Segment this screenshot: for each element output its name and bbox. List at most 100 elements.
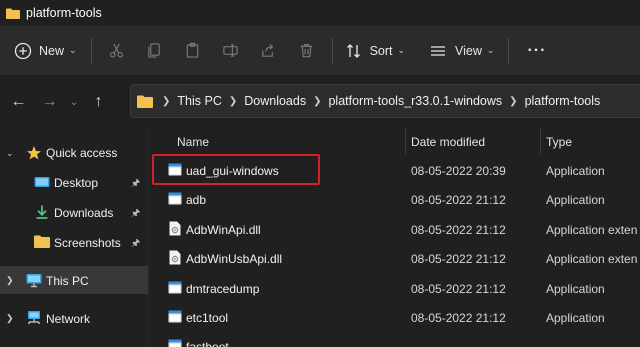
breadcrumb-this-pc[interactable]: This PC [177, 94, 221, 108]
file-date-modified: 08-05-2022 21:12 [411, 223, 506, 237]
sidebar-item-label: Network [46, 312, 91, 326]
file-row[interactable]: uad_gui-windows 08-05-2022 20:39 Applica… [150, 156, 640, 185]
file-row[interactable]: adb 08-05-2022 21:12 Application [150, 185, 640, 214]
breadcrumb-platform-tools-release[interactable]: platform-tools_r33.0.1-windows [328, 94, 502, 108]
share-icon [262, 43, 274, 57]
file-row[interactable]: dmtracedump 08-05-2022 21:12 Application [150, 274, 640, 303]
sort-icon [345, 42, 363, 60]
file-date-modified: 08-05-2022 21:12 [411, 311, 506, 325]
pane-divider[interactable] [148, 128, 149, 347]
copy-button[interactable] [136, 35, 174, 67]
column-header-type[interactable]: Type [546, 129, 572, 155]
arrow-right-icon: → [41, 93, 58, 110]
delete-button[interactable] [288, 35, 326, 67]
computer-icon [26, 272, 42, 288]
file-date-modified: 08-05-2022 20:39 [411, 164, 506, 178]
folder-icon [137, 95, 153, 108]
file-type: Application exten [546, 252, 638, 266]
pin-icon[interactable]: 🖈 [131, 176, 140, 193]
sidebar-item-network[interactable]: ❯ Network [0, 304, 148, 332]
column-header-name[interactable]: Name [177, 129, 209, 155]
file-type: Application [546, 311, 605, 325]
breadcrumb-downloads[interactable]: Downloads [244, 94, 306, 108]
chevron-down-icon[interactable]: ⌄ [6, 148, 14, 159]
file-row[interactable]: AdbWinApi.dll 08-05-2022 21:12 Applicati… [150, 215, 640, 244]
file-name: AdbWinUsbApi.dll [186, 252, 283, 266]
sidebar-item-quick-access[interactable]: ⌄ Quick access [0, 139, 148, 167]
file-name: AdbWinApi.dll [186, 223, 261, 237]
pin-icon[interactable]: 🖈 [131, 206, 140, 223]
forward-button[interactable]: → [34, 87, 65, 117]
desktop-folder-icon [34, 174, 50, 190]
breadcrumb-platform-tools[interactable]: platform-tools [525, 94, 601, 108]
new-button[interactable]: New ⌄ [14, 35, 77, 67]
file-row[interactable]: fastboot [150, 332, 640, 347]
chevron-down-icon: ⌄ [397, 45, 406, 55]
file-row[interactable]: AdbWinUsbApi.dll 08-05-2022 21:12 Applic… [150, 244, 640, 273]
chevron-right-icon[interactable]: ❯ [6, 313, 14, 324]
pin-icon[interactable]: 🖈 [131, 236, 140, 253]
application-icon [168, 280, 182, 295]
sidebar-item-desktop[interactable]: Desktop 🖈 [0, 168, 148, 196]
view-button[interactable]: View ⌄ [429, 35, 494, 67]
application-icon [168, 309, 182, 324]
folder-icon [6, 8, 20, 19]
scissors-icon [110, 43, 124, 58]
application-icon [168, 162, 182, 177]
up-button[interactable]: ↑ [83, 87, 114, 117]
sidebar-item-this-pc[interactable]: ❯ This PC [0, 266, 148, 294]
copy-icon [148, 43, 160, 58]
clipboard-icon [186, 42, 199, 58]
sidebar-item-label: Desktop [54, 176, 99, 190]
chevron-down-icon: ⌄ [486, 45, 495, 55]
command-bar: New ⌄ Sort ⌄ View ⌄ ··· [0, 26, 640, 76]
column-resizer[interactable] [405, 128, 406, 154]
download-icon [34, 204, 50, 220]
paste-button[interactable] [174, 35, 212, 67]
chevron-right-icon[interactable]: ❯ [6, 275, 14, 286]
more-options-icon: ··· [527, 41, 547, 59]
file-name: fastboot [186, 340, 229, 347]
sidebar-item-screenshots[interactable]: Screenshots 🖈 [0, 228, 148, 256]
dll-file-icon [168, 250, 182, 265]
breadcrumb-separator-icon: ❯ [228, 95, 238, 107]
arrow-left-icon: ← [10, 93, 27, 110]
file-name: uad_gui-windows [186, 164, 279, 178]
application-icon [168, 338, 182, 347]
dll-file-icon [168, 221, 182, 236]
cut-button[interactable] [98, 35, 136, 67]
window-title: platform-tools [26, 6, 102, 20]
toolbar-separator [508, 37, 510, 64]
file-type: Application [546, 164, 605, 178]
breadcrumb-separator-icon: ❯ [162, 95, 171, 107]
sidebar-item-downloads[interactable]: Downloads 🖈 [0, 198, 148, 226]
star-icon [26, 145, 42, 161]
file-type: Application [546, 282, 605, 296]
rename-button[interactable] [212, 35, 250, 67]
file-row[interactable]: etc1tool 08-05-2022 21:12 Application [150, 303, 640, 332]
share-button[interactable] [250, 35, 288, 67]
title-bar: platform-tools [0, 0, 640, 26]
network-icon [26, 310, 42, 326]
toolbar-separator [331, 37, 333, 64]
sort-button[interactable]: Sort ⌄ [345, 35, 405, 67]
back-button[interactable]: ← [3, 87, 34, 117]
navigation-pane: ⌄ Quick access Desktop 🖈 Downloads 🖈 Scr… [0, 128, 148, 347]
address-bar[interactable]: ❯ This PC ❯ Downloads ❯ platform-tools_r… [130, 84, 640, 118]
sidebar-item-label: Downloads [54, 206, 114, 220]
more-options-button[interactable]: ··· [527, 35, 546, 67]
sort-button-label: Sort [369, 43, 393, 58]
recent-locations-button[interactable]: ⌄ [65, 87, 83, 117]
column-header-date-modified[interactable]: Date modified [411, 129, 485, 155]
plus-circle-icon [14, 42, 32, 60]
file-date-modified: 08-05-2022 21:12 [411, 282, 506, 296]
application-icon [168, 191, 182, 206]
file-list: Name Date modified Type uad_gui-windows … [150, 128, 640, 347]
file-name: dmtracedump [186, 282, 260, 296]
file-type: Application exten [546, 223, 638, 237]
breadcrumb-separator-icon: ❯ [509, 95, 518, 107]
file-name: etc1tool [186, 311, 229, 325]
file-type: Application [546, 193, 605, 207]
rename-icon [223, 44, 238, 57]
column-resizer[interactable] [540, 128, 541, 154]
